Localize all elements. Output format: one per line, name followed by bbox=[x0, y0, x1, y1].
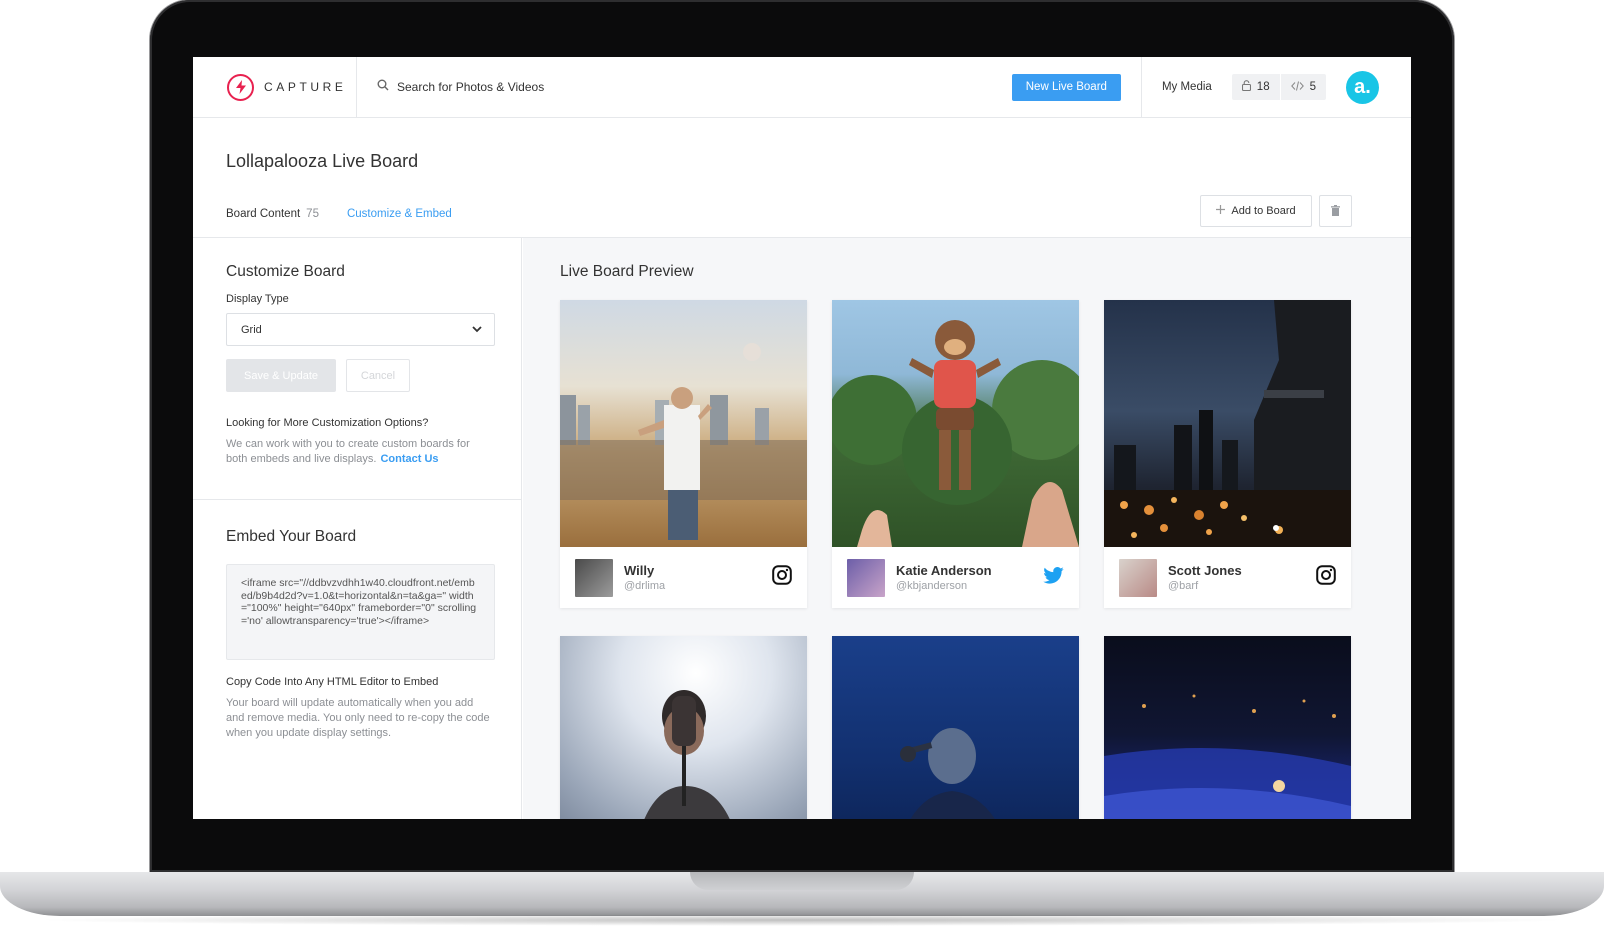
embed-title: Embed Your Board bbox=[226, 528, 357, 545]
page-header: Lollapalooza Live Board Board Content 75 … bbox=[193, 118, 1411, 241]
media-card[interactable] bbox=[832, 636, 1079, 819]
author-info: Katie Anderson @kbjanderson bbox=[896, 563, 1032, 592]
lock-icon bbox=[1241, 80, 1251, 94]
media-photo bbox=[560, 636, 807, 819]
media-card[interactable] bbox=[560, 636, 807, 819]
search-icon bbox=[377, 78, 389, 96]
plus-icon bbox=[1216, 205, 1226, 217]
page-title: Lollapalooza Live Board bbox=[226, 151, 419, 171]
media-photo bbox=[560, 300, 807, 547]
brand-name: CAPTURE bbox=[264, 80, 347, 94]
user-avatar[interactable]: a. bbox=[1346, 70, 1379, 104]
embed-code-box[interactable]: <iframe src="//ddbvzvdhh1w40.cloudfront.… bbox=[226, 564, 495, 660]
media-card[interactable]: Willy @drlima bbox=[560, 300, 807, 608]
display-type-select[interactable]: Grid bbox=[226, 313, 495, 346]
brand-logo-link[interactable]: CAPTURE bbox=[193, 57, 357, 118]
media-card[interactable]: Katie Anderson @kbjanderson bbox=[832, 300, 1079, 608]
tab-label: Customize & Embed bbox=[346, 208, 452, 220]
media-photo bbox=[832, 300, 1079, 547]
author-name: Scott Jones bbox=[1168, 563, 1242, 578]
add-to-board-label: Add to Board bbox=[1231, 205, 1296, 217]
top-navigation: CAPTURE New Live Board My Media 18 bbox=[193, 57, 1411, 118]
media-card[interactable] bbox=[1104, 636, 1351, 819]
more-options-title: Looking for More Customization Options? bbox=[226, 417, 429, 429]
embed-section: Embed Your Board <iframe src="//ddbvzvdh… bbox=[226, 528, 496, 741]
author-thumbnail bbox=[575, 558, 613, 597]
cancel-button[interactable]: Cancel bbox=[346, 359, 410, 392]
display-type-label: Display Type bbox=[226, 293, 289, 305]
laptop-notch bbox=[690, 872, 914, 890]
bolt-icon bbox=[227, 73, 254, 101]
add-to-board-button[interactable]: Add to Board bbox=[1200, 195, 1312, 227]
author-info: Scott Jones @barf bbox=[1168, 563, 1305, 592]
card-footer: Scott Jones @barf bbox=[1104, 547, 1351, 608]
trash-icon bbox=[1331, 204, 1340, 219]
media-photo bbox=[1104, 636, 1351, 819]
section-divider bbox=[193, 499, 522, 500]
locked-counter[interactable]: 18 bbox=[1232, 74, 1280, 100]
tab-board-content[interactable]: Board Content 75 bbox=[226, 208, 319, 238]
new-live-board-button[interactable]: New Live Board bbox=[1011, 73, 1121, 101]
counter-group: 18 5 bbox=[1231, 74, 1326, 100]
live-board-preview: Live Board Preview Willy @drlima Katie A… bbox=[523, 238, 1411, 819]
locked-count: 18 bbox=[1256, 81, 1270, 93]
copy-code-text: Your board will update automatically whe… bbox=[226, 697, 490, 739]
card-footer: Willy @drlima bbox=[560, 547, 807, 608]
author-thumbnail bbox=[1119, 558, 1157, 597]
author-handle: @kbjanderson bbox=[896, 580, 968, 592]
customize-section: Customize Board Display Type Grid Save &… bbox=[226, 263, 496, 467]
laptop-shadow bbox=[30, 914, 1574, 926]
author-thumbnail bbox=[847, 558, 885, 597]
tab-bar: Board Content 75 Customize & Embed bbox=[226, 208, 455, 241]
twitter-icon[interactable] bbox=[1043, 566, 1064, 589]
delete-board-button[interactable] bbox=[1319, 195, 1352, 227]
contact-us-link[interactable]: Contact Us bbox=[380, 453, 438, 465]
my-media-link[interactable]: My Media bbox=[1162, 81, 1212, 93]
media-photo bbox=[832, 636, 1079, 819]
instagram-icon[interactable] bbox=[1316, 565, 1336, 590]
settings-panel: Customize Board Display Type Grid Save &… bbox=[193, 238, 522, 819]
author-handle: @barf bbox=[1168, 580, 1199, 592]
code-icon bbox=[1290, 80, 1304, 94]
more-options-text: We can work with you to create custom bo… bbox=[226, 437, 491, 467]
tab-customize-embed[interactable]: Customize & Embed bbox=[346, 208, 455, 241]
embed-count: 5 bbox=[1309, 81, 1316, 93]
instagram-icon[interactable] bbox=[772, 565, 792, 590]
save-update-button[interactable]: Save & Update bbox=[226, 359, 336, 392]
author-info: Willy @drlima bbox=[624, 563, 761, 592]
chevron-down-icon bbox=[472, 324, 482, 336]
author-name: Katie Anderson bbox=[896, 563, 992, 578]
author-name: Willy bbox=[624, 563, 655, 578]
form-actions: Save & Update Cancel bbox=[226, 359, 496, 392]
media-card[interactable]: Scott Jones @barf bbox=[1104, 300, 1351, 608]
header-right: My Media 18 5 a. bbox=[1140, 57, 1411, 118]
author-handle: @drlima bbox=[624, 580, 666, 592]
media-photo bbox=[1104, 300, 1351, 547]
search-bar bbox=[357, 78, 1012, 96]
tab-label: Board Content bbox=[226, 208, 301, 220]
display-type-value: Grid bbox=[241, 323, 262, 336]
card-footer: Katie Anderson @kbjanderson bbox=[832, 547, 1079, 608]
customize-title: Customize Board bbox=[226, 263, 345, 280]
tab-count: 75 bbox=[306, 208, 319, 220]
app-screen: CAPTURE New Live Board My Media 18 bbox=[193, 57, 1411, 819]
copy-code-title: Copy Code Into Any HTML Editor to Embed bbox=[226, 676, 439, 688]
preview-title: Live Board Preview bbox=[560, 263, 694, 280]
search-input[interactable] bbox=[397, 80, 657, 94]
embed-counter[interactable]: 5 bbox=[1279, 74, 1326, 100]
